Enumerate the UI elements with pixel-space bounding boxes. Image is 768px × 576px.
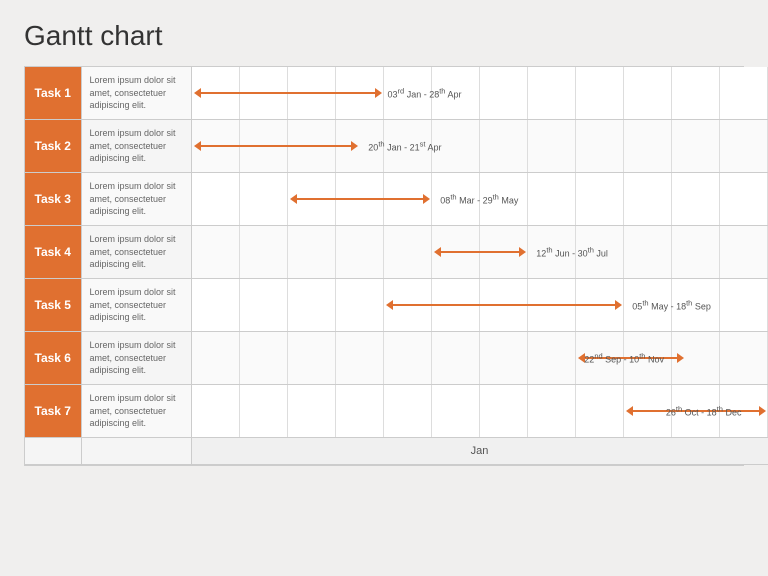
- table-row: Task 7Lorem ipsum dolor sit amet, consec…: [25, 385, 768, 438]
- task-description: Lorem ipsum dolor sit amet, consectetuer…: [81, 173, 191, 226]
- gantt-table: Task 1Lorem ipsum dolor sit amet, consec…: [25, 67, 768, 465]
- table-row: Task 3Lorem ipsum dolor sit amet, consec…: [25, 173, 768, 226]
- task-grid-area: 22nd Sep - 10th Nov: [191, 332, 768, 385]
- task-description: Lorem ipsum dolor sit amet, consectetuer…: [81, 279, 191, 332]
- task-label: Task 2: [25, 120, 81, 173]
- task-grid-area: 12th Jun - 30th Jul: [191, 226, 768, 279]
- task-description: Lorem ipsum dolor sit amet, consectetuer…: [81, 67, 191, 120]
- task-label: Task 3: [25, 173, 81, 226]
- page: Gantt chart Task 1Lorem ipsum dolor sit …: [0, 0, 768, 576]
- page-title: Gantt chart: [24, 20, 744, 52]
- task-description: Lorem ipsum dolor sit amet, consectetuer…: [81, 120, 191, 173]
- task-description: Lorem ipsum dolor sit amet, consectetuer…: [81, 332, 191, 385]
- task-label: Task 7: [25, 385, 81, 438]
- table-row: Task 2Lorem ipsum dolor sit amet, consec…: [25, 120, 768, 173]
- task-label: Task 6: [25, 332, 81, 385]
- task-description: Lorem ipsum dolor sit amet, consectetuer…: [81, 226, 191, 279]
- task-grid-area: 03rd Jan - 28th Apr: [191, 67, 768, 120]
- task-grid-area: 26th Oct - 18th Dec: [191, 385, 768, 438]
- task-label: Task 1: [25, 67, 81, 120]
- table-row: Task 1Lorem ipsum dolor sit amet, consec…: [25, 67, 768, 120]
- month-header-row: JanFebMarAprMayJunJulAugSepOctNovDec: [25, 438, 768, 465]
- task-grid-area: 20th Jan - 21st Apr: [191, 120, 768, 173]
- gantt-container: Task 1Lorem ipsum dolor sit amet, consec…: [24, 66, 744, 466]
- table-row: Task 6Lorem ipsum dolor sit amet, consec…: [25, 332, 768, 385]
- table-row: Task 4Lorem ipsum dolor sit amet, consec…: [25, 226, 768, 279]
- task-label: Task 5: [25, 279, 81, 332]
- task-grid-area: 08th Mar - 29th May: [191, 173, 768, 226]
- task-grid-area: 05th May - 18th Sep: [191, 279, 768, 332]
- task-description: Lorem ipsum dolor sit amet, consectetuer…: [81, 385, 191, 438]
- month-header-cell: Jan: [191, 438, 768, 465]
- task-label: Task 4: [25, 226, 81, 279]
- table-row: Task 5Lorem ipsum dolor sit amet, consec…: [25, 279, 768, 332]
